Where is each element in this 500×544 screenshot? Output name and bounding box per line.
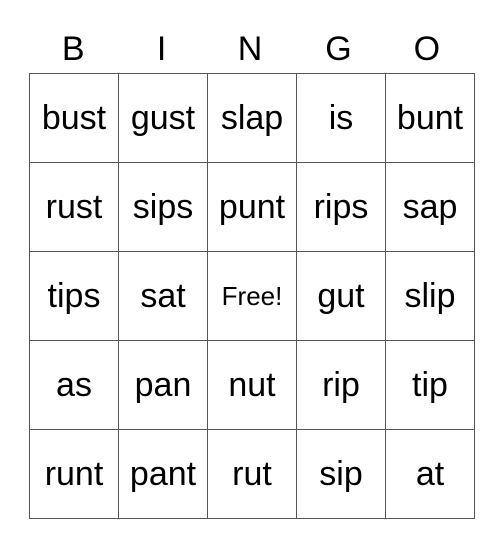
bingo-cell[interactable]: tip bbox=[385, 340, 475, 430]
bingo-cell[interactable]: sips bbox=[118, 162, 208, 252]
bingo-cell[interactable]: nut bbox=[207, 340, 297, 430]
bingo-row: runt pant rut sip at bbox=[29, 429, 475, 519]
bingo-row: as pan nut rip tip bbox=[29, 340, 475, 430]
header-letter-n: N bbox=[237, 30, 263, 68]
bingo-cell[interactable]: tips bbox=[29, 251, 119, 341]
bingo-cell[interactable]: gust bbox=[118, 73, 208, 163]
bingo-cell[interactable]: pan bbox=[118, 340, 208, 430]
bingo-cell[interactable]: gut bbox=[296, 251, 386, 341]
header-letter-b: B bbox=[61, 30, 85, 68]
bingo-cell[interactable]: rip bbox=[296, 340, 386, 430]
bingo-cell[interactable]: runt bbox=[29, 429, 119, 519]
bingo-cell[interactable]: pant bbox=[118, 429, 208, 519]
bingo-cell[interactable]: sat bbox=[118, 251, 208, 341]
bingo-cell[interactable]: at bbox=[385, 429, 475, 519]
header-letter-g: G bbox=[325, 30, 352, 68]
bingo-cell[interactable]: is bbox=[296, 73, 386, 163]
bingo-cell[interactable]: slap bbox=[207, 73, 297, 163]
bingo-cell[interactable]: bust bbox=[29, 73, 119, 163]
bingo-cell[interactable]: rut bbox=[207, 429, 297, 519]
bingo-cell[interactable]: as bbox=[29, 340, 119, 430]
bingo-row: bust gust slap is bunt bbox=[29, 73, 475, 163]
bingo-row: tips sat Free! gut slip bbox=[29, 251, 475, 341]
bingo-cell[interactable]: rust bbox=[29, 162, 119, 252]
free-space-cell[interactable]: Free! bbox=[207, 251, 297, 341]
bingo-header: B I N G O bbox=[29, 26, 471, 72]
bingo-cell[interactable]: punt bbox=[207, 162, 297, 252]
header-letter-o: O bbox=[413, 30, 441, 68]
bingo-cell[interactable]: sip bbox=[296, 429, 386, 519]
bingo-cell[interactable]: sap bbox=[385, 162, 475, 252]
bingo-row: rust sips punt rips sap bbox=[29, 162, 475, 252]
bingo-cell[interactable]: bunt bbox=[385, 73, 475, 163]
bingo-cell[interactable]: rips bbox=[296, 162, 386, 252]
bingo-grid: bust gust slap is bunt rust sips punt ri… bbox=[29, 73, 475, 519]
bingo-cell[interactable]: slip bbox=[385, 251, 475, 341]
header-letter-i: I bbox=[156, 30, 167, 68]
